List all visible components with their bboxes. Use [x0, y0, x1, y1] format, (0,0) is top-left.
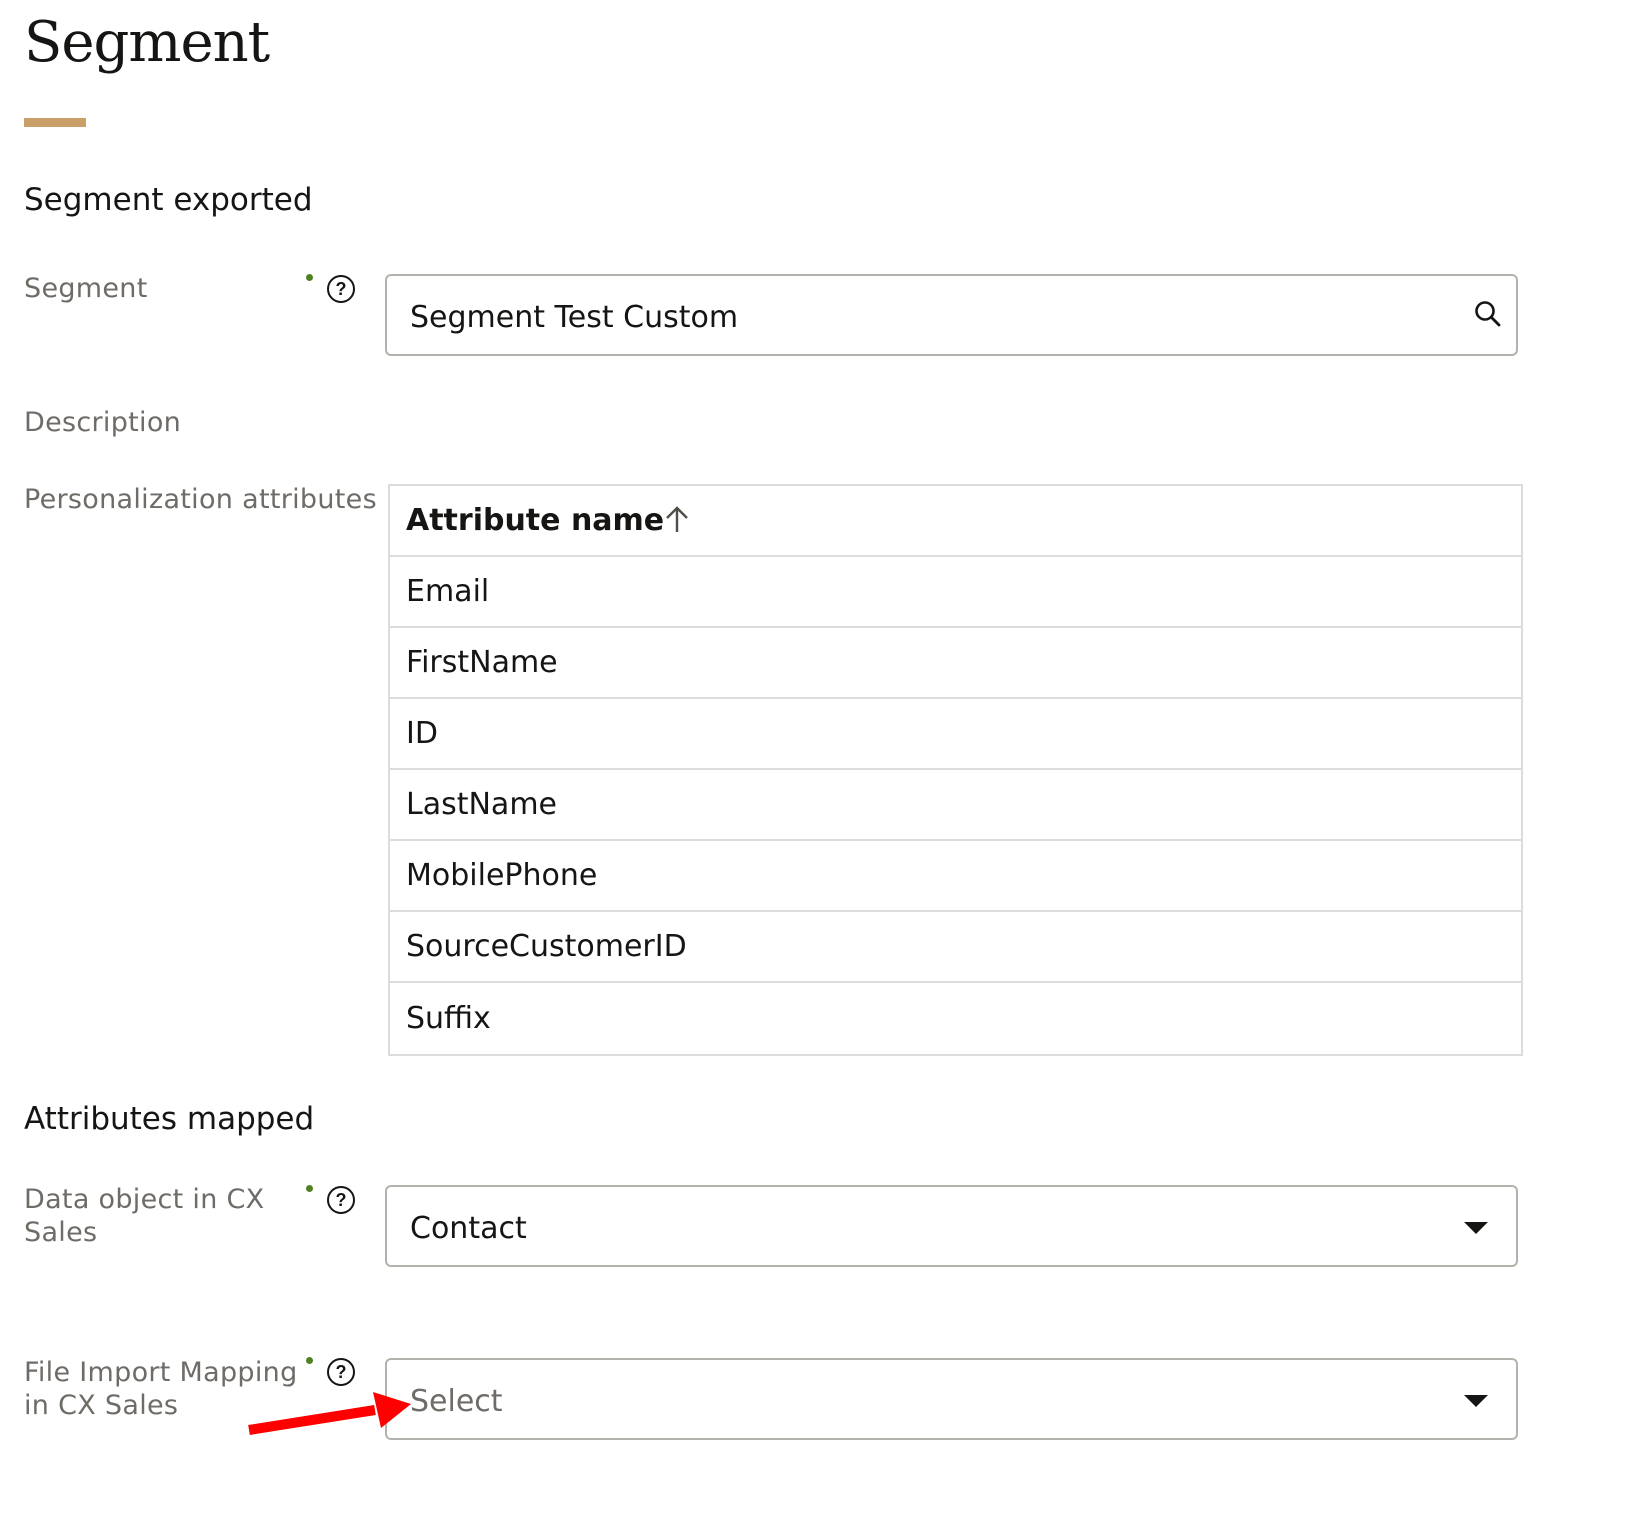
data-object-label: Data object in CX Sales: [24, 1184, 265, 1248]
table-row[interactable]: LastName: [390, 770, 1521, 841]
table-cell: ID: [406, 716, 438, 751]
table-row[interactable]: MobilePhone: [390, 841, 1521, 912]
search-icon[interactable]: [1474, 300, 1502, 328]
caret-down-icon[interactable]: [1464, 1395, 1488, 1407]
required-indicator: [306, 274, 313, 281]
section-heading-attributes-mapped: Attributes mapped: [24, 1101, 315, 1137]
table-cell: FirstName: [406, 645, 558, 680]
column-header-attribute-name[interactable]: Attribute name: [406, 503, 664, 538]
table-row[interactable]: Suffix: [390, 983, 1521, 1054]
section-heading-segment-exported: Segment exported: [24, 182, 313, 218]
table-cell: MobilePhone: [406, 858, 598, 893]
annotation-arrow-icon: [248, 1392, 411, 1435]
personalization-attributes-label: Personalization attributes: [24, 484, 377, 515]
caret-down-icon[interactable]: [1464, 1222, 1488, 1234]
file-import-mapping-placeholder: Select: [410, 1384, 503, 1419]
attributes-table: Attribute name Email FirstName ID LastNa…: [388, 484, 1523, 1056]
page-title: Segment: [24, 10, 270, 75]
table-row[interactable]: Email: [390, 557, 1521, 628]
table-cell: Suffix: [406, 1001, 491, 1036]
segment-label: Segment: [24, 273, 148, 304]
help-icon[interactable]: ?: [327, 1358, 355, 1386]
table-row[interactable]: SourceCustomerID: [390, 912, 1521, 983]
data-object-value: Contact: [410, 1211, 527, 1246]
title-accent-bar: [24, 118, 86, 127]
segment-input-value: Segment Test Custom: [410, 300, 739, 335]
required-indicator: [306, 1357, 313, 1364]
table-cell: SourceCustomerID: [406, 929, 687, 964]
data-object-select[interactable]: Contact: [385, 1185, 1518, 1267]
arrow-up-icon[interactable]: [664, 504, 690, 534]
help-icon[interactable]: ?: [327, 275, 355, 303]
description-label: Description: [24, 407, 182, 438]
table-header[interactable]: Attribute name: [390, 486, 1521, 557]
required-indicator: [306, 1185, 313, 1192]
segment-search-input[interactable]: Segment Test Custom: [385, 274, 1518, 356]
table-cell: LastName: [406, 787, 557, 822]
table-row[interactable]: ID: [390, 699, 1521, 770]
file-import-mapping-select[interactable]: Select: [385, 1358, 1518, 1440]
table-row[interactable]: FirstName: [390, 628, 1521, 699]
table-cell: Email: [406, 574, 490, 609]
help-icon[interactable]: ?: [327, 1186, 355, 1214]
